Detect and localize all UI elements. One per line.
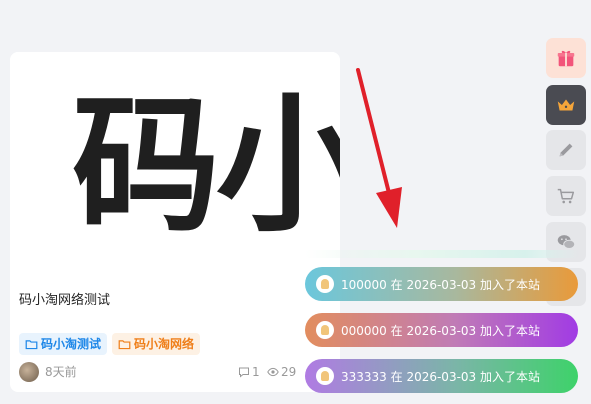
write-post-button[interactable] — [546, 130, 586, 170]
tag-ce-shi[interactable]: 码小淘测试 — [19, 333, 108, 355]
join-notification: 100000 在 2026-03-03 加入了本站 — [305, 267, 578, 301]
cart-button[interactable] — [546, 176, 586, 216]
post-card[interactable]: 码小 码小淘网络测试 码小淘测试 码小淘网络 8天前 1 29 — [10, 52, 340, 392]
author-avatar[interactable] — [19, 362, 39, 382]
eye-icon — [267, 367, 279, 377]
crown-icon — [557, 99, 575, 111]
cover-text: 码小 — [72, 80, 340, 252]
post-time: 8天前 — [45, 365, 77, 379]
vip-button[interactable] — [546, 85, 586, 125]
user-avatar-icon — [316, 275, 334, 293]
notification-text: 000000 在 2026-03-03 加入了本站 — [341, 323, 540, 338]
tag-label: 码小淘网络 — [134, 337, 195, 351]
view-count-value: 29 — [281, 365, 297, 379]
comment-count-value: 1 — [252, 365, 260, 379]
notification-text: 100000 在 2026-03-03 加入了本站 — [341, 277, 540, 292]
user-avatar-icon — [316, 321, 334, 339]
post-cover-image[interactable]: 码小 — [10, 52, 340, 257]
pencil-icon — [559, 143, 573, 157]
comment-icon — [239, 367, 249, 378]
folder-icon — [118, 339, 131, 349]
gift-button[interactable] — [546, 38, 586, 78]
notification-fade — [305, 250, 580, 258]
tag-label: 码小淘测试 — [41, 337, 102, 351]
join-notification: 333333 在 2026-03-03 加入了本站 — [305, 359, 578, 393]
view-count: 29 — [267, 365, 296, 379]
folder-icon — [25, 339, 38, 349]
tag-wang-luo[interactable]: 码小淘网络 — [112, 333, 201, 355]
red-arrow-annotation — [356, 68, 402, 228]
notification-text: 333333 在 2026-03-03 加入了本站 — [341, 369, 540, 384]
join-notification: 000000 在 2026-03-03 加入了本站 — [305, 313, 578, 347]
comment-count: 1 — [238, 365, 260, 379]
user-avatar-icon — [316, 367, 334, 385]
post-title[interactable]: 码小淘网络测试 — [19, 289, 110, 308]
gift-icon — [557, 50, 575, 67]
cart-icon — [557, 188, 575, 204]
